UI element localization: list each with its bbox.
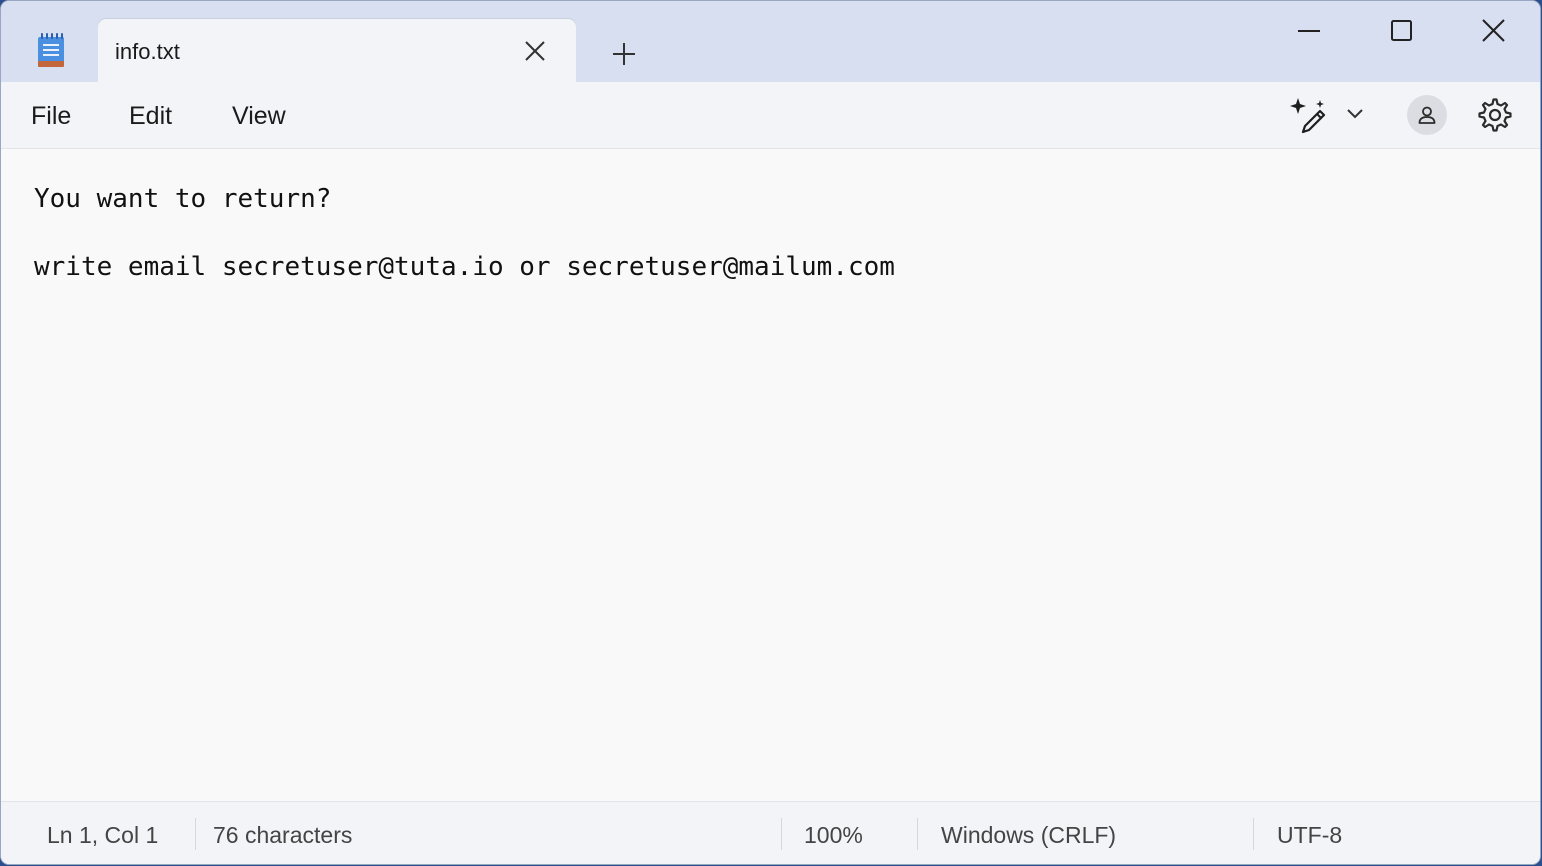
status-line-ending[interactable]: Windows (CRLF) — [941, 822, 1116, 849]
status-divider — [917, 818, 918, 850]
status-cursor-position[interactable]: Ln 1, Col 1 — [47, 822, 158, 849]
tab-title: info.txt — [115, 39, 180, 64]
editor-line-2 — [34, 216, 895, 250]
menu-view[interactable]: View — [232, 102, 286, 131]
copilot-sparkle-pen-icon[interactable] — [1289, 96, 1329, 134]
account-avatar[interactable] — [1407, 95, 1447, 135]
close-window-icon[interactable] — [1470, 11, 1516, 51]
new-tab-plus-icon[interactable] — [607, 37, 641, 71]
status-divider — [1253, 818, 1254, 850]
menu-bar: File Edit View — [1, 82, 1540, 149]
editor-line-1: You want to return? — [34, 184, 332, 214]
account-icon — [1418, 106, 1436, 124]
status-zoom[interactable]: 100% — [804, 822, 863, 849]
status-character-count: 76 characters — [213, 822, 353, 848]
notepad-window: info.txt File Edit View You want to retu… — [1, 1, 1540, 864]
status-bar: Ln 1, Col 1 76 characters 100% Windows (… — [1, 801, 1540, 864]
title-bar: info.txt — [1, 1, 1540, 83]
tab-info-txt[interactable]: info.txt — [98, 19, 576, 83]
menu-file[interactable]: File — [31, 102, 71, 131]
notepad-icon — [38, 33, 64, 67]
maximize-icon[interactable] — [1378, 11, 1424, 51]
text-editor[interactable]: You want to return? write email secretuse… — [1, 149, 1540, 801]
tab-close-icon[interactable] — [522, 38, 548, 64]
editor-content[interactable]: You want to return? write email secretuse… — [34, 182, 895, 284]
editor-line-3: write email secretuser@tuta.io or secret… — [34, 252, 895, 282]
gear-icon[interactable] — [1477, 97, 1513, 133]
menu-edit[interactable]: Edit — [129, 102, 172, 131]
minimize-icon[interactable] — [1286, 11, 1332, 51]
status-encoding[interactable]: UTF-8 — [1277, 822, 1342, 849]
status-divider — [781, 818, 782, 850]
status-divider — [195, 818, 196, 850]
chevron-down-icon[interactable] — [1343, 104, 1367, 124]
